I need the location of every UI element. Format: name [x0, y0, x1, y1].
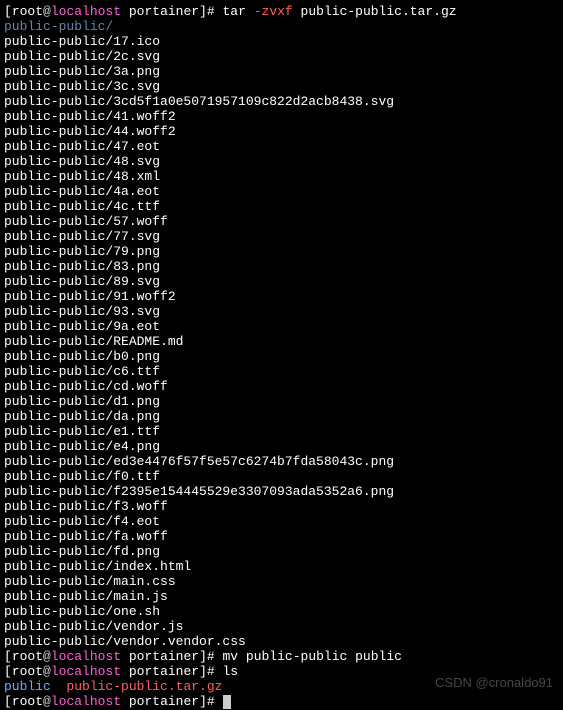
- tar-output-line: public-public/4a.eot: [4, 184, 559, 199]
- tar-output-line: public-public/9a.eot: [4, 319, 559, 334]
- prompt-user: root: [12, 4, 43, 19]
- prompt-close: ]#: [199, 4, 222, 19]
- tar-output-line: public-public/main.css: [4, 574, 559, 589]
- tar-output-line: public-public/vendor.js: [4, 619, 559, 634]
- tar-output-line: public-public/41.woff2: [4, 109, 559, 124]
- tar-output-line: public-public/one.sh: [4, 604, 559, 619]
- tar-output-line: public-public/2c.svg: [4, 49, 559, 64]
- tar-output-line: public-public/index.html: [4, 559, 559, 574]
- prompt-open: [: [4, 4, 12, 19]
- tar-output-line: public-public/vendor.vendor.css: [4, 634, 559, 649]
- tar-output-line: public-public/47.eot: [4, 139, 559, 154]
- tar-output-line: public-public/fa.woff: [4, 529, 559, 544]
- command-line-2: [root@localhost portainer]# mv public-pu…: [4, 649, 559, 664]
- cmd-mv: mv public-public public: [223, 649, 402, 664]
- tar-output-line: public-public/c6.ttf: [4, 364, 559, 379]
- tar-output-line: public-public/f2395e154445529e3307093ada…: [4, 484, 559, 499]
- prompt-host: localhost: [51, 4, 121, 19]
- tar-output-line: public-public/93.svg: [4, 304, 559, 319]
- tar-output-line: public-public/83.png: [4, 259, 559, 274]
- tar-output-line: public-public/fd.png: [4, 544, 559, 559]
- tar-output-line: public-public/f0.ttf: [4, 469, 559, 484]
- tar-output-line: public-public/3cd5f1a0e5071957109c822d2a…: [4, 94, 559, 109]
- tar-output-line: public-public/57.woff: [4, 214, 559, 229]
- tar-output-line: public-public/4c.ttf: [4, 199, 559, 214]
- tar-output-line: public-public/e4.png: [4, 439, 559, 454]
- tar-output-line: public-public/79.png: [4, 244, 559, 259]
- command-line-4[interactable]: [root@localhost portainer]#: [4, 694, 559, 709]
- terminal-output[interactable]: [root@localhost portainer]# tar -zvxf pu…: [4, 4, 559, 709]
- tar-output-line: public-public/README.md: [4, 334, 559, 349]
- prompt-dir: portainer: [129, 4, 199, 19]
- tar-output-line: public-public/77.svg: [4, 229, 559, 244]
- prompt-at: @: [43, 4, 51, 19]
- tar-output-line: public-public/44.woff2: [4, 124, 559, 139]
- ls-dir-entry: public: [4, 679, 51, 694]
- command-line-1: [root@localhost portainer]# tar -zvxf pu…: [4, 4, 559, 19]
- tar-output-line: public-public/b0.png: [4, 349, 559, 364]
- tar-output-line: public-public/d1.png: [4, 394, 559, 409]
- tar-output-line: public-public/91.woff2: [4, 289, 559, 304]
- cmd-arg: public-public.tar.gz: [293, 4, 457, 19]
- ls-archive-entry: public-public.tar.gz: [66, 679, 222, 694]
- tar-output-line: public-public/: [4, 19, 559, 34]
- tar-output-line: public-public/main.js: [4, 589, 559, 604]
- tar-output-line: public-public/f3.woff: [4, 499, 559, 514]
- tar-output-line: public-public/17.ico: [4, 34, 559, 49]
- tar-output-line: public-public/48.svg: [4, 154, 559, 169]
- cmd-flag: -zvxf: [254, 4, 293, 19]
- tar-output-line: public-public/e1.ttf: [4, 424, 559, 439]
- tar-output-line: public-public/da.png: [4, 409, 559, 424]
- tar-output-line: public-public/89.svg: [4, 274, 559, 289]
- cursor: [223, 695, 231, 709]
- tar-output-line: public-public/cd.woff: [4, 379, 559, 394]
- cmd-ls: ls: [223, 664, 239, 679]
- tar-output-line: public-public/48.xml: [4, 169, 559, 184]
- tar-output-line: public-public/f4.eot: [4, 514, 559, 529]
- tar-output-line: public-public/3a.png: [4, 64, 559, 79]
- cmd-tar: tar: [223, 4, 254, 19]
- tar-output-line: public-public/3c.svg: [4, 79, 559, 94]
- tar-output-line: public-public/ed3e4476f57f5e57c6274b7fda…: [4, 454, 559, 469]
- watermark: CSDN @cronaldo91: [435, 675, 553, 690]
